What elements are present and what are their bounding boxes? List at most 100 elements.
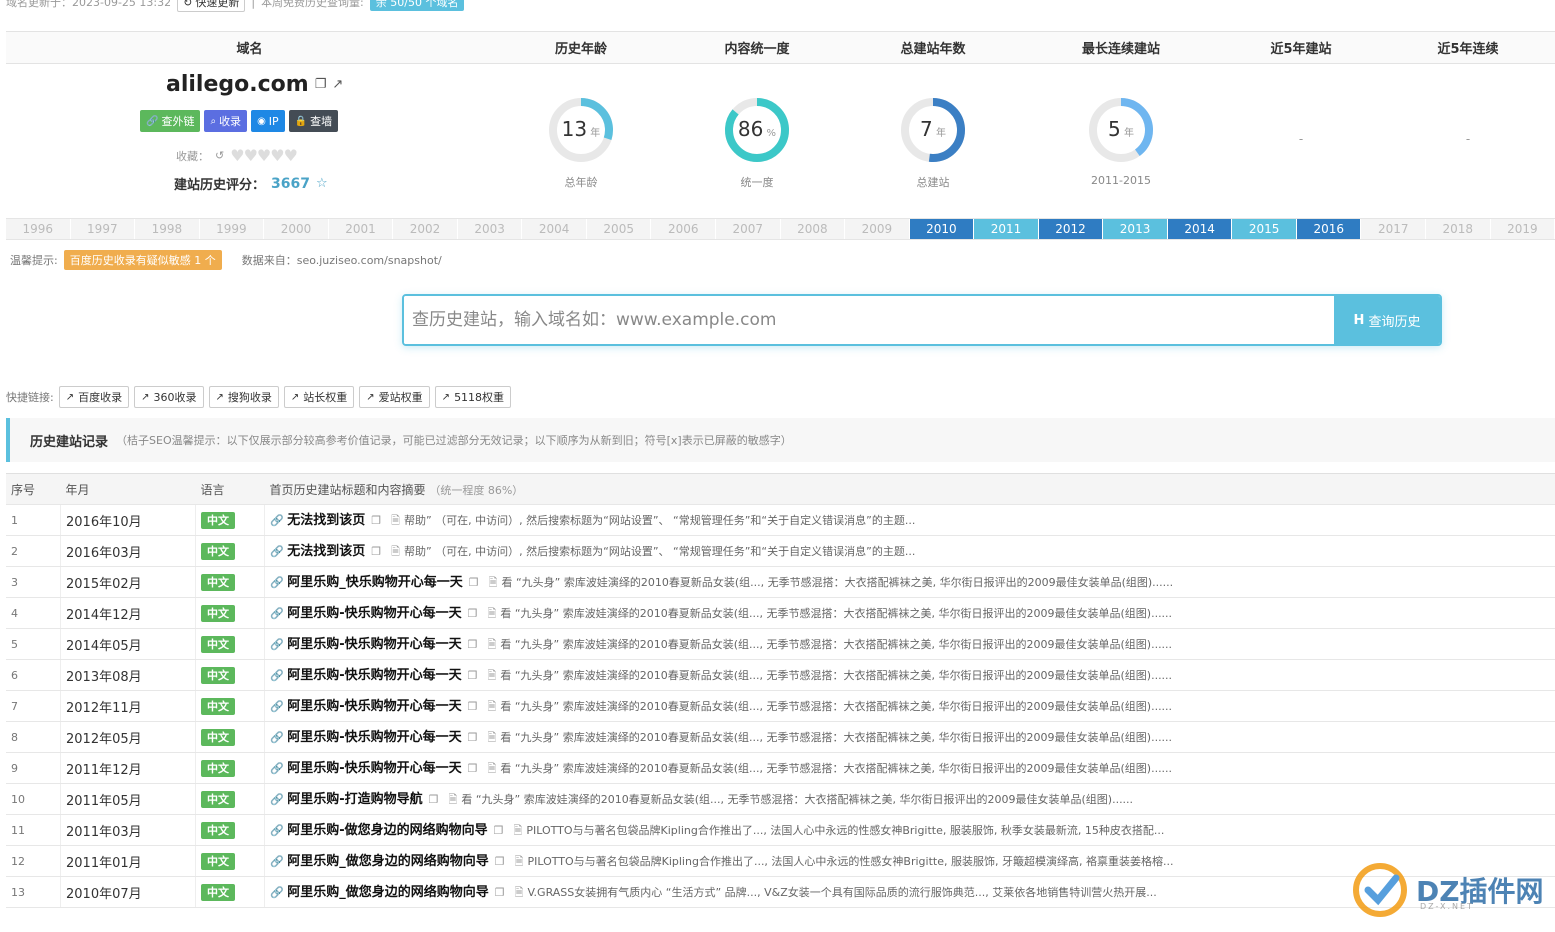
year-2000[interactable]: 2000 [264, 219, 329, 239]
year-2001[interactable]: 2001 [329, 219, 394, 239]
quick-link-1[interactable]: ↗ 360收录 [134, 386, 204, 408]
row-title-link[interactable]: 阿里乐购-做您身边的网络购物向导 [287, 823, 487, 838]
quick-link-2[interactable]: ↗ 搜狗收录 [208, 386, 279, 408]
year-2008[interactable]: 2008 [781, 219, 846, 239]
snapshot-icon[interactable]: ❐ [468, 762, 478, 775]
snapshot-icon[interactable]: ❐ [371, 545, 381, 558]
hearts-rating[interactable]: ♥♥♥♥♥ [230, 146, 298, 165]
tag-pin-button[interactable]: ◉ IP [251, 110, 285, 132]
row-snippet: PILOTTO与与著名包袋品牌Kipling合作推出了..., 法国人心中永远的… [527, 855, 1174, 868]
quick-link-5[interactable]: ↗ 5118权重 [434, 386, 512, 408]
snapshot-icon[interactable]: ❐ [494, 824, 504, 837]
snapshot-icon[interactable]: ❐ [468, 669, 478, 682]
row-title-link[interactable]: 阿里乐购-快乐购物开心每一天 [287, 761, 461, 776]
snapshot-icon[interactable]: ❐ [469, 576, 479, 589]
document-icon: 🗎 [391, 514, 400, 527]
search-input[interactable] [404, 296, 1334, 344]
row-title-link[interactable]: 阿里乐购-快乐购物开心每一天 [287, 606, 461, 621]
sensitive-badge[interactable]: 百度历史收录有疑似敏感 1 个 [63, 250, 222, 270]
row-title-link[interactable]: 阿里乐购-快乐购物开心每一天 [287, 730, 461, 745]
star-icon[interactable]: ☆ [316, 176, 328, 191]
year-2003[interactable]: 2003 [458, 219, 523, 239]
year-2006[interactable]: 2006 [651, 219, 717, 239]
year-1998[interactable]: 1998 [135, 219, 200, 239]
quick-link-4[interactable]: ↗ 爱站权重 [359, 386, 430, 408]
row-date: 2013年08月 [60, 659, 196, 691]
tag-link-button[interactable]: 🔗 查外链 [140, 110, 201, 132]
lang-badge: 中文 [201, 791, 235, 808]
year-2011[interactable]: 2011 [974, 219, 1039, 239]
link-icon: 🔗 [270, 762, 284, 775]
reset-icon[interactable]: ↺ [215, 149, 224, 162]
gauge-total: 7 年总建站 [845, 64, 1021, 214]
row-lang: 中文 [195, 814, 265, 846]
snapshot-icon[interactable]: ❐ [468, 638, 478, 651]
tag-search-button[interactable]: ⌕ 收录 [204, 110, 248, 132]
year-2015[interactable]: 2015 [1232, 219, 1297, 239]
quick-link-label: 搜狗收录 [227, 391, 272, 404]
weekly-text: 本周免费历史查询量: [261, 0, 364, 9]
document-icon: 🗎 [487, 607, 497, 620]
row-title-link[interactable]: 阿里乐购-快乐购物开心每一天 [287, 637, 461, 652]
row-title-link[interactable]: 无法找到该页 [287, 513, 365, 528]
quick-link-0[interactable]: ↗ 百度收录 [58, 386, 130, 408]
snapshot-icon[interactable]: ❐ [495, 855, 505, 868]
year-2018[interactable]: 2018 [1426, 219, 1491, 239]
link-icon: 🔗 [270, 824, 284, 837]
copy-icon[interactable]: ❐ [315, 77, 327, 92]
year-2005[interactable]: 2005 [587, 219, 652, 239]
snapshot-icon[interactable]: ❐ [468, 731, 478, 744]
gauge-longest: 5 年 2011-2015 [1021, 64, 1221, 214]
quick-update-button[interactable]: ↻ 快速更新 [177, 0, 246, 12]
row-title-link[interactable]: 阿里乐购_快乐购物开心每一天 [287, 575, 463, 590]
row-summary: 🔗 阿里乐购-快乐购物开心每一天 ❐ 🗎 看 “九头身” 索库波娃演绎的2010春夏新… [264, 690, 1555, 722]
snapshot-icon[interactable]: ❐ [495, 886, 505, 899]
domain-name[interactable]: alilego.com [166, 72, 309, 97]
table-row: 12 2011年01月 中文 🔗 阿里乐购_做您身边的网络购物向导 ❐ 🗎 PILOTTO与… [6, 845, 1555, 877]
quick-link-3[interactable]: ↗ 站长权重 [283, 386, 355, 408]
search-button[interactable]: H 查询历史 [1334, 296, 1440, 344]
year-2014[interactable]: 2014 [1167, 219, 1233, 239]
row-title-link[interactable]: 阿里乐购_做您身边的网络购物向导 [287, 854, 489, 869]
lang-badge: 中文 [201, 605, 235, 622]
quick-link-label: 爱站权重 [378, 391, 423, 404]
year-1997[interactable]: 1997 [71, 219, 136, 239]
header-unity: 内容统一度 [724, 42, 790, 57]
updated-text: 域名更新于：2023-09-25 13:32 [6, 0, 172, 9]
external-link-icon: ↗ [141, 391, 150, 403]
recent5-value: - [1298, 132, 1304, 146]
tag-lock-button[interactable]: 🔒 查墙 [288, 110, 339, 132]
year-2012[interactable]: 2012 [1038, 219, 1104, 239]
year-2016[interactable]: 2016 [1296, 219, 1362, 239]
year-2004[interactable]: 2004 [522, 219, 587, 239]
row-title-link[interactable]: 阿里乐购-快乐购物开心每一天 [287, 699, 461, 714]
external-link-icon: ↗ [441, 391, 451, 403]
year-2017[interactable]: 2017 [1361, 219, 1427, 239]
snapshot-icon[interactable]: ❐ [468, 607, 478, 620]
row-title-link[interactable]: 阿里乐购-打造购物导航 [287, 792, 422, 807]
row-snippet: 看 “九头身” 索库波娃演绎的2010春夏新品女装(组..., 无季节感混搭：大… [500, 638, 1173, 651]
year-2019[interactable]: 2019 [1491, 219, 1555, 239]
row-title-link[interactable]: 阿里乐购_做您身边的网络购物向导 [287, 885, 489, 900]
lang-badge: 中文 [201, 760, 235, 777]
gauge-value: 7 年 [920, 117, 946, 141]
external-link-icon: ↗ [290, 391, 300, 403]
row-index: 5 [6, 628, 61, 660]
year-2010[interactable]: 2010 [909, 219, 975, 239]
year-2002[interactable]: 2002 [393, 219, 458, 239]
external-link-icon[interactable]: ↗ [332, 77, 343, 92]
snapshot-icon[interactable]: ❐ [429, 793, 439, 806]
snapshot-icon[interactable]: ❐ [468, 700, 478, 713]
year-2007[interactable]: 2007 [716, 219, 781, 239]
year-2009[interactable]: 2009 [845, 219, 910, 239]
row-snippet: 看 “九头身” 索库波娃演绎的2010春夏新品女装(组..., 无季节感混搭：大… [500, 700, 1173, 713]
row-title-link[interactable]: 阿里乐购-快乐购物开心每一天 [287, 668, 461, 683]
year-1999[interactable]: 1999 [200, 219, 265, 239]
lang-badge: 中文 [201, 884, 235, 901]
quick-links: 快捷链接: ↗ 百度收录 ↗ 360收录 ↗ 搜狗收录 ↗ 站长权重 ↗ 爱站权重 ↗ 5118权重 [6, 386, 512, 408]
snapshot-icon[interactable]: ❐ [371, 514, 381, 527]
row-title-link[interactable]: 无法找到该页 [287, 544, 365, 559]
watermark-sub: DZ-X.NET [1420, 902, 1474, 911]
year-1996[interactable]: 1996 [6, 219, 71, 239]
year-2013[interactable]: 2013 [1103, 219, 1168, 239]
